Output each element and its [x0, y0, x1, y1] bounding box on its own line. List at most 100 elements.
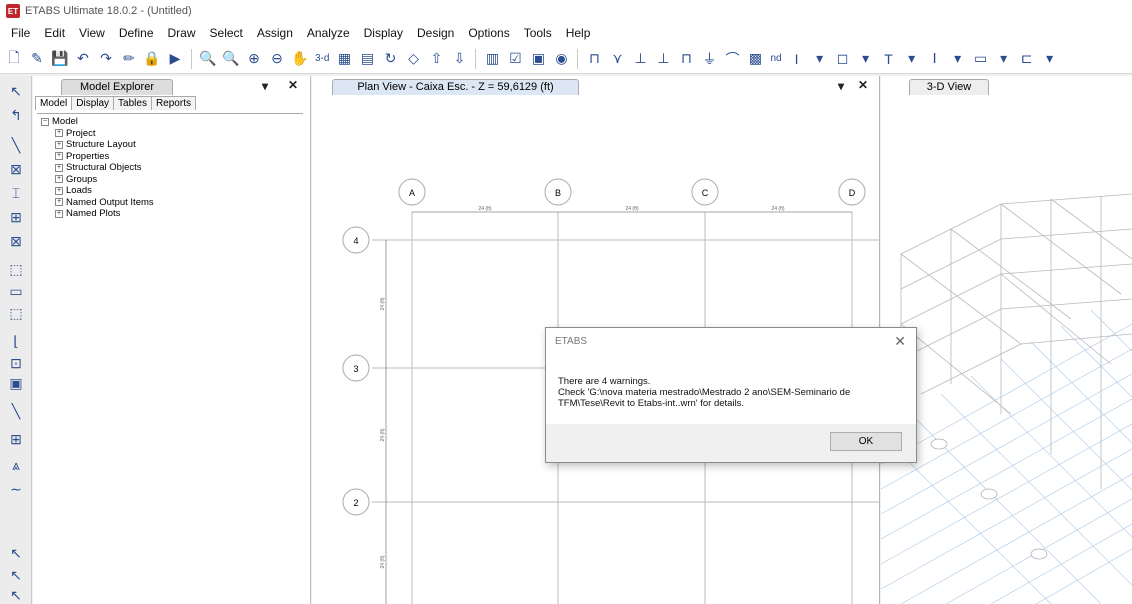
dropdown-icon[interactable]: ▾	[856, 49, 876, 69]
check-icon[interactable]: ☑	[505, 49, 525, 69]
column-icon[interactable]: ⊥	[653, 49, 673, 69]
tree-root[interactable]: − Model	[37, 116, 303, 128]
save-icon[interactable]: 💾	[50, 49, 70, 69]
menu-assign[interactable]: Assign	[250, 26, 300, 40]
select-previous-icon[interactable]: ↖	[7, 566, 25, 584]
dropdown-icon[interactable]: ▾	[948, 49, 968, 69]
select-all-icon[interactable]: ↖	[7, 544, 25, 562]
dropdown-icon[interactable]: ▾	[1040, 49, 1060, 69]
menu-display[interactable]: Display	[357, 26, 410, 40]
i-beam-icon[interactable]: Ⅰ	[925, 49, 945, 69]
pan-icon[interactable]: ✋	[290, 49, 310, 69]
tree-item-named-plots[interactable]: + Named Plots	[37, 208, 303, 220]
expand-icon[interactable]: +	[55, 163, 63, 172]
perspective-icon[interactable]: ◇	[403, 49, 423, 69]
menu-file[interactable]: File	[4, 26, 37, 40]
plate-icon[interactable]: ▭	[971, 49, 991, 69]
link-draw-icon[interactable]: ╲	[7, 402, 25, 420]
tab-reports[interactable]: Reports	[150, 96, 196, 110]
box-section-icon[interactable]: ◻	[833, 49, 853, 69]
close-icon[interactable]: ✕	[858, 78, 868, 92]
display-options-icon[interactable]: ◉	[551, 49, 571, 69]
lock-icon[interactable]: 🔒	[142, 49, 162, 69]
close-icon[interactable]: ✕	[894, 333, 906, 350]
support-icon[interactable]: ⏚	[699, 49, 719, 69]
menu-help[interactable]: Help	[559, 26, 598, 40]
tree-item-groups[interactable]: + Groups	[37, 174, 303, 186]
ok-button[interactable]: OK	[830, 432, 902, 451]
floor-draw-icon[interactable]: ⬚	[7, 260, 25, 278]
menu-view[interactable]: View	[72, 26, 112, 40]
expand-icon[interactable]: +	[55, 152, 63, 161]
grid-icon[interactable]: ▥	[482, 49, 502, 69]
move-down-icon[interactable]: ⇩	[449, 49, 469, 69]
draw-line-icon[interactable]: ╲	[7, 136, 25, 154]
quick-draw-icon[interactable]: ⊠	[7, 160, 25, 178]
tree-item-structural-objects[interactable]: + Structural Objects	[37, 162, 303, 174]
nd-button[interactable]: nd	[768, 53, 783, 64]
beam-icon[interactable]: ⊥	[630, 49, 650, 69]
run-analysis-icon[interactable]: ▶	[165, 49, 185, 69]
open-icon[interactable]: ✎	[27, 49, 47, 69]
menu-options[interactable]: Options	[461, 26, 516, 40]
brace-icon[interactable]: ⋎	[607, 49, 627, 69]
expand-icon[interactable]: +	[55, 209, 63, 218]
tab-display[interactable]: Display	[71, 96, 115, 110]
rectangle-draw-icon[interactable]: ▭	[7, 282, 25, 300]
object-shrink-icon[interactable]: ▣	[528, 49, 548, 69]
expand-icon[interactable]: +	[55, 175, 63, 184]
rotate-icon[interactable]: ↻	[380, 49, 400, 69]
tee-section-icon[interactable]: T	[879, 49, 899, 69]
tree-item-loads[interactable]: + Loads	[37, 185, 303, 197]
section-i-icon[interactable]: I	[787, 49, 807, 69]
menu-edit[interactable]: Edit	[37, 26, 72, 40]
tree-item-named-output-items[interactable]: + Named Output Items	[37, 197, 303, 209]
area-icon[interactable]: ▩	[745, 49, 765, 69]
clear-selection-icon[interactable]: ↖	[7, 586, 25, 604]
expand-icon[interactable]: +	[55, 129, 63, 138]
tab-model[interactable]: Model	[35, 96, 73, 110]
menu-analyze[interactable]: Analyze	[300, 26, 357, 40]
move-up-icon[interactable]: ⇧	[426, 49, 446, 69]
3d-view-window[interactable]: 3-D View	[881, 76, 1132, 604]
column-draw-icon[interactable]: ⌶	[7, 184, 25, 202]
plan-view-icon[interactable]: ▦	[334, 49, 354, 69]
expand-icon[interactable]: +	[55, 140, 63, 149]
plan-view-title[interactable]: Plan View - Caixa Esc. - Z = 59,6129 (ft…	[332, 79, 579, 95]
collapse-icon[interactable]: −	[41, 117, 49, 126]
pointer-icon[interactable]: ↖	[7, 82, 25, 100]
tab-tables[interactable]: Tables	[113, 96, 152, 110]
zoom-restore-icon[interactable]: 🔍	[221, 49, 241, 69]
reshape-icon[interactable]: ↰	[7, 106, 25, 124]
new-model-icon[interactable]: 🗋	[4, 49, 24, 69]
undo-icon[interactable]: ↶	[73, 49, 93, 69]
tree-item-structure-layout[interactable]: + Structure Layout	[37, 139, 303, 151]
quick-wall-icon[interactable]: ⊡	[7, 354, 25, 372]
dropdown-icon[interactable]: ▾	[994, 49, 1014, 69]
redo-icon[interactable]: ↷	[96, 49, 116, 69]
link-icon[interactable]: ⌒	[722, 49, 742, 69]
dropdown-icon[interactable]: ▾	[810, 49, 830, 69]
pin-dropdown-icon[interactable]: ▾	[262, 79, 268, 93]
zoom-in-icon[interactable]: ⊕	[244, 49, 264, 69]
wall-draw-icon[interactable]: ⌊	[7, 332, 25, 350]
menu-design[interactable]: Design	[410, 26, 461, 40]
channel-icon[interactable]: ⊏	[1017, 49, 1037, 69]
brace-draw-icon[interactable]: ⊠	[7, 232, 25, 250]
zoom-window-icon[interactable]: 🔍	[198, 49, 218, 69]
frame-icon[interactable]: ⊓	[584, 49, 604, 69]
expand-icon[interactable]: +	[55, 186, 63, 195]
pencil-icon[interactable]: ✏	[119, 49, 139, 69]
tree-item-project[interactable]: + Project	[37, 128, 303, 140]
elevation-view-icon[interactable]: ▤	[357, 49, 377, 69]
3d-view-title[interactable]: 3-D View	[909, 79, 989, 95]
menu-define[interactable]: Define	[112, 26, 161, 40]
pin-dropdown-icon[interactable]: ▾	[838, 79, 844, 93]
close-icon[interactable]: ✕	[288, 78, 298, 92]
beam-draw-icon[interactable]: ⊞	[7, 208, 25, 226]
dimension-icon[interactable]: ∼	[7, 480, 25, 498]
expand-icon[interactable]: +	[55, 198, 63, 207]
tree-item-properties[interactable]: + Properties	[37, 151, 303, 163]
tendon-icon[interactable]: ⩓	[7, 456, 25, 474]
menu-select[interactable]: Select	[203, 26, 250, 40]
